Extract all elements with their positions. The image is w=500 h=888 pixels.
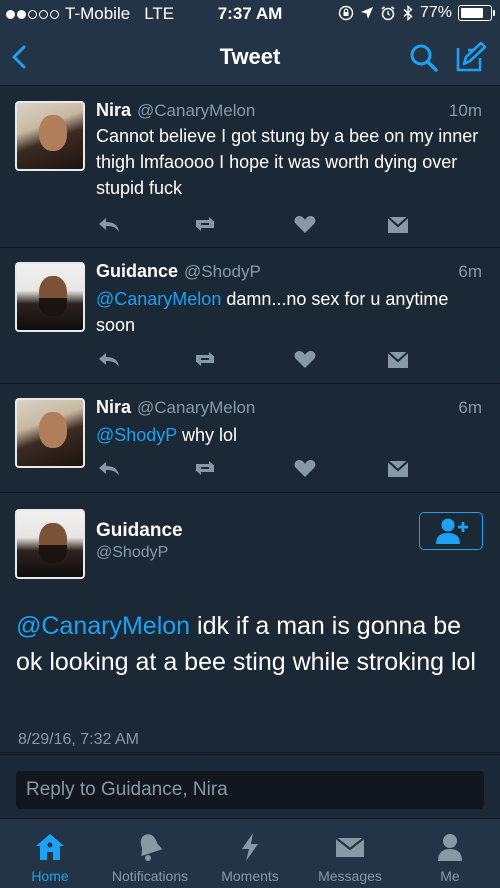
like-icon[interactable] bbox=[292, 213, 318, 235]
tweet-author[interactable]: Guidance @ShodyP bbox=[96, 261, 261, 282]
tweet-text: @ShodyP why lol bbox=[96, 422, 481, 448]
dm-icon[interactable] bbox=[386, 457, 412, 479]
mention-link[interactable]: @ShodyP bbox=[96, 425, 177, 445]
search-icon[interactable] bbox=[408, 42, 440, 74]
tab-notifications[interactable]: Notifications bbox=[100, 819, 200, 888]
like-icon[interactable] bbox=[292, 348, 318, 370]
reply-input[interactable]: Reply to Guidance, Nira bbox=[16, 771, 484, 809]
avatar[interactable] bbox=[15, 101, 85, 171]
like-icon[interactable] bbox=[292, 457, 318, 479]
lock-rotation-icon bbox=[338, 5, 354, 21]
mention-link[interactable]: @CanaryMelon bbox=[16, 612, 190, 640]
add-user-icon bbox=[436, 518, 468, 544]
lightning-icon bbox=[242, 833, 258, 861]
tweet-item[interactable]: Guidance @ShodyP 6m @CanaryMelon damn...n… bbox=[0, 248, 500, 384]
avatar[interactable] bbox=[15, 509, 85, 579]
author-handle: @ShodyP bbox=[184, 262, 261, 281]
retweet-icon[interactable] bbox=[192, 457, 218, 479]
reply-icon[interactable] bbox=[96, 457, 122, 479]
battery-percent: 77% bbox=[419, 4, 452, 21]
dm-icon[interactable] bbox=[386, 348, 412, 370]
compose-icon[interactable] bbox=[454, 40, 488, 74]
dm-icon[interactable] bbox=[386, 213, 412, 235]
home-icon bbox=[36, 834, 64, 860]
tweet-item[interactable]: Nira @CanaryMelon 6m @ShodyP why lol bbox=[0, 384, 500, 493]
author-name: Nira bbox=[96, 397, 132, 417]
status-bar: T-Mobile LTE 7:37 AM 77% bbox=[0, 0, 500, 30]
tweet-author[interactable]: Nira @CanaryMelon bbox=[96, 100, 255, 121]
tab-me[interactable]: Me bbox=[400, 819, 500, 888]
tweet-body: Cannot believe I got stung by a bee on m… bbox=[96, 126, 479, 198]
tab-label: Moments bbox=[221, 868, 279, 884]
author-handle: @CanaryMelon bbox=[137, 101, 256, 120]
tweet-actions bbox=[96, 213, 426, 237]
tab-label: Me bbox=[440, 868, 460, 884]
battery-fill bbox=[461, 8, 483, 18]
tab-messages[interactable]: Messages bbox=[300, 819, 400, 888]
nav-bar: Tweet bbox=[0, 30, 500, 86]
alarm-icon bbox=[381, 6, 395, 21]
tweet-actions bbox=[96, 348, 426, 372]
bluetooth-icon bbox=[403, 5, 413, 21]
detail-author-handle[interactable]: @ShodyP bbox=[96, 544, 168, 562]
tweet-body: why lol bbox=[177, 425, 238, 445]
tweet-text: @CanaryMelon damn...no sex for u anytime… bbox=[96, 286, 481, 338]
tab-label: Messages bbox=[318, 868, 382, 884]
retweet-icon[interactable] bbox=[192, 348, 218, 370]
tweet-timestamp: 6m bbox=[458, 398, 482, 417]
tab-label: Notifications bbox=[111, 868, 189, 884]
reply-icon[interactable] bbox=[96, 213, 122, 235]
retweet-icon[interactable] bbox=[192, 213, 218, 235]
tweet-timestamp: 10m bbox=[448, 101, 482, 120]
author-name: Nira bbox=[96, 100, 132, 120]
mention-link[interactable]: @CanaryMelon bbox=[96, 289, 221, 309]
tweet-timestamp: 6m bbox=[458, 262, 482, 281]
person-icon bbox=[438, 834, 462, 861]
bell-icon bbox=[140, 834, 163, 861]
author-name: Guidance bbox=[96, 261, 179, 281]
tab-bar: Home Notifications Moments Messages Me bbox=[0, 818, 500, 888]
envelope-icon bbox=[335, 837, 365, 857]
tweet-detail: Guidance @ShodyP @CanaryMelon idk if a m… bbox=[0, 493, 500, 753]
reply-bar: Reply to Guidance, Nira bbox=[0, 754, 500, 818]
reply-icon[interactable] bbox=[96, 348, 122, 370]
tab-moments[interactable]: Moments bbox=[200, 819, 300, 888]
author-handle: @CanaryMelon bbox=[137, 398, 256, 417]
tab-home[interactable]: Home bbox=[0, 819, 100, 888]
location-icon bbox=[360, 7, 373, 19]
battery-icon bbox=[458, 5, 495, 21]
tweet-item[interactable]: Nira @CanaryMelon 10m Cannot believe I go… bbox=[0, 87, 500, 248]
tab-label: Home bbox=[31, 868, 69, 884]
detail-author-name[interactable]: Guidance bbox=[96, 520, 183, 542]
detail-text: @CanaryMelon idk if a man is gonna be ok… bbox=[16, 608, 486, 680]
tweet-author[interactable]: Nira @CanaryMelon bbox=[96, 397, 255, 418]
avatar[interactable] bbox=[15, 262, 85, 332]
avatar[interactable] bbox=[15, 398, 85, 468]
tweet-text: Cannot believe I got stung by a bee on m… bbox=[96, 123, 481, 201]
follow-button[interactable] bbox=[419, 512, 483, 550]
tweet-actions bbox=[96, 457, 426, 481]
status-right: 77% bbox=[338, 4, 495, 22]
detail-date: 8/29/16, 7:32 AM bbox=[18, 731, 139, 748]
